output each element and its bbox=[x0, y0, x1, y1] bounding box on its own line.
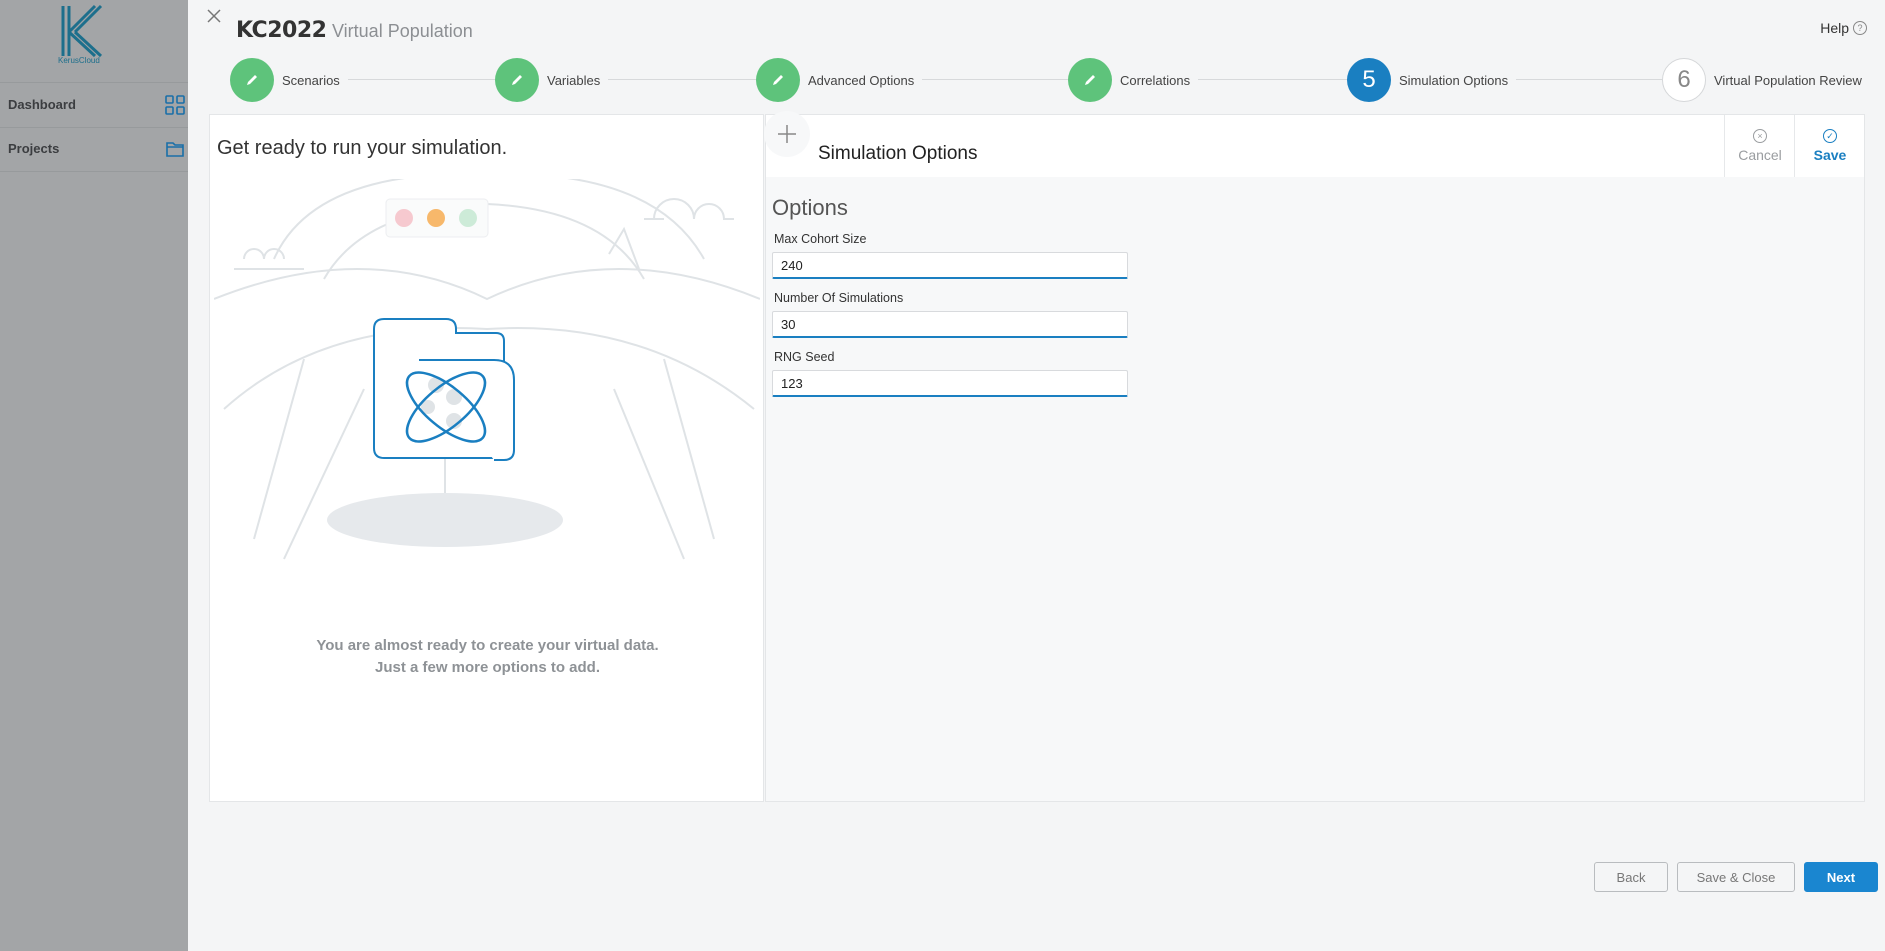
step-label: Scenarios bbox=[282, 72, 340, 88]
app-sidebar: KerusCloud Dashboard Projects bbox=[0, 0, 190, 951]
step-complete-indicator bbox=[756, 58, 800, 102]
save-and-close-button[interactable]: Save & Close bbox=[1677, 862, 1795, 892]
step-label: Variables bbox=[547, 72, 601, 88]
modal-subtitle: Virtual Population bbox=[332, 21, 473, 41]
back-button[interactable]: Back bbox=[1594, 862, 1668, 892]
step-label: Advanced Options bbox=[808, 72, 915, 88]
wizard-stepper: Scenarios Variables Advanced Options Cor… bbox=[230, 58, 1870, 104]
step-correlations[interactable]: Correlations bbox=[1068, 58, 1199, 102]
max-cohort-size-input[interactable] bbox=[772, 252, 1128, 279]
step-advanced-options[interactable]: Advanced Options bbox=[756, 58, 923, 102]
sidebar-item-label: Projects bbox=[8, 141, 60, 156]
intro-message: You are almost ready to create your virt… bbox=[210, 635, 765, 679]
sidebar-item-dashboard[interactable]: Dashboard bbox=[0, 83, 190, 128]
virtual-population-modal: KC2022 Virtual Population Help ? Scenari… bbox=[188, 0, 1885, 951]
sidebar-item-label: Dashboard bbox=[8, 97, 76, 112]
step-virtual-population-review[interactable]: 6 Virtual Population Review bbox=[1662, 58, 1870, 102]
sidebar-item-projects[interactable]: Projects bbox=[0, 127, 190, 172]
save-label: Save bbox=[1813, 147, 1847, 163]
step-complete-indicator bbox=[1068, 58, 1112, 102]
step-complete-indicator bbox=[230, 58, 274, 102]
max-cohort-size-label: Max Cohort Size bbox=[774, 232, 867, 246]
logo-wordmark: KerusCloud bbox=[58, 56, 100, 65]
step-label: Simulation Options bbox=[1399, 72, 1509, 88]
intro-heading: Get ready to run your simulation. bbox=[217, 137, 508, 159]
folder-icon bbox=[166, 142, 184, 157]
step-number: 6 bbox=[1662, 58, 1706, 102]
help-label: Help bbox=[1820, 20, 1849, 36]
project-title: KC2022 bbox=[236, 18, 327, 43]
intro-panel: Get ready to run your simulation. You ar… bbox=[209, 114, 764, 802]
cancel-label: Cancel bbox=[1738, 147, 1782, 163]
rng-seed-input[interactable] bbox=[772, 370, 1128, 397]
next-button[interactable]: Next bbox=[1804, 862, 1878, 892]
pencil-icon bbox=[247, 75, 257, 85]
pencil-icon bbox=[1085, 75, 1095, 85]
question-icon: ? bbox=[1853, 21, 1867, 35]
rng-seed-label: RNG Seed bbox=[774, 350, 835, 364]
number-of-simulations-input[interactable] bbox=[772, 311, 1128, 338]
panel-header: Simulation Options × Cancel ✓ Save bbox=[764, 111, 1865, 177]
step-scenarios[interactable]: Scenarios bbox=[230, 58, 348, 102]
step-label: Correlations bbox=[1120, 72, 1191, 88]
check-circle-icon: ✓ bbox=[1823, 129, 1837, 143]
close-icon[interactable] bbox=[204, 6, 224, 26]
step-complete-indicator bbox=[495, 58, 539, 102]
cancel-circle-icon: × bbox=[1753, 129, 1767, 143]
intro-message-line: You are almost ready to create your virt… bbox=[316, 637, 659, 654]
step-label: Virtual Population Review bbox=[1714, 72, 1862, 88]
save-button[interactable]: ✓ Save bbox=[1794, 115, 1865, 177]
panel-title: Simulation Options bbox=[818, 143, 978, 164]
number-of-simulations-label: Number Of Simulations bbox=[774, 291, 904, 305]
step-number-active: 5 bbox=[1347, 58, 1391, 102]
pencil-icon bbox=[512, 75, 522, 85]
grid-icon bbox=[165, 95, 185, 115]
options-heading: Options bbox=[772, 195, 848, 220]
cancel-button[interactable]: × Cancel bbox=[1724, 115, 1795, 177]
help-link[interactable]: Help ? bbox=[1820, 20, 1867, 36]
pencil-icon bbox=[773, 75, 783, 85]
step-variables[interactable]: Variables bbox=[495, 58, 609, 102]
plus-icon[interactable] bbox=[764, 111, 810, 157]
step-simulation-options[interactable]: 5 Simulation Options bbox=[1347, 58, 1517, 102]
simulation-options-panel: Simulation Options × Cancel ✓ Save Optio… bbox=[764, 111, 1865, 802]
intro-message-line: Just a few more options to add. bbox=[374, 659, 601, 676]
